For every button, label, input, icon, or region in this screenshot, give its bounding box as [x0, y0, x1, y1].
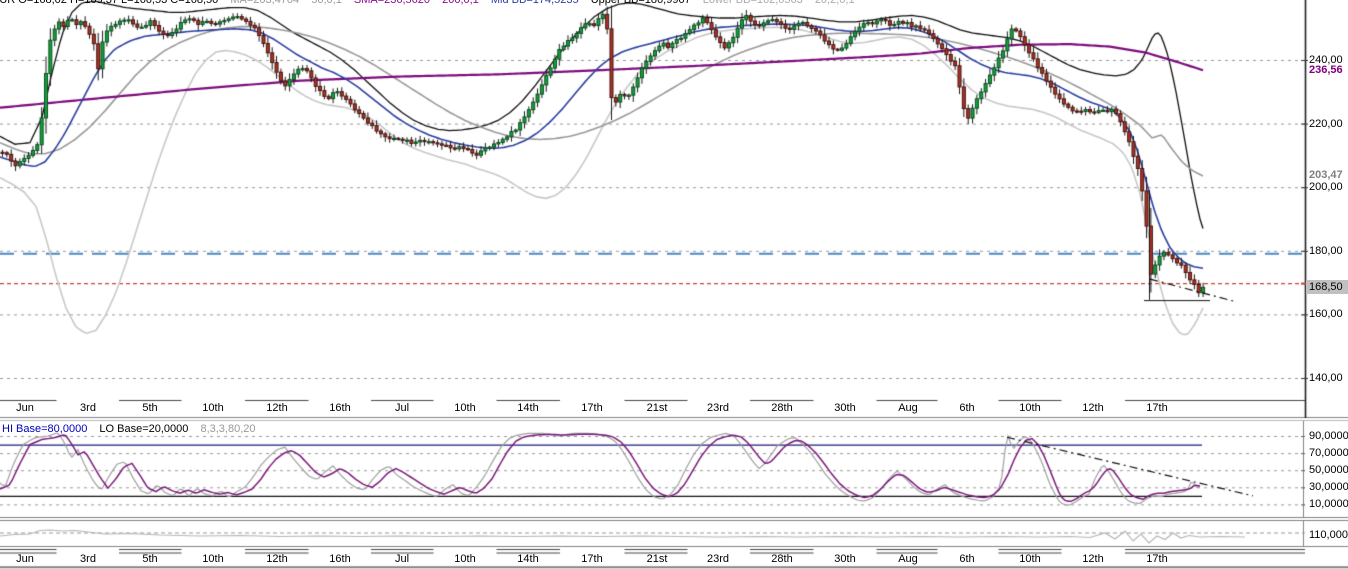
date-label: 10th [191, 402, 235, 414]
indicator-value-label: 236,56 [1309, 64, 1343, 76]
stoch-tick-label: 70,0000 [1309, 447, 1348, 459]
date-label-bottom: 14th [506, 553, 550, 565]
last-price-tag: 168,50 [1306, 280, 1348, 294]
chart-canvas[interactable] [0, 0, 1348, 569]
date-label-bottom: 12th [1071, 553, 1115, 565]
date-label: 14th [506, 402, 550, 414]
stoch-tick-label: 10,0000 [1309, 498, 1348, 510]
date-label: 21st [635, 402, 679, 414]
price-tick-label: 180,00 [1309, 245, 1343, 257]
date-label: 30th [823, 402, 867, 414]
sma200-params: 200,0,1 [442, 0, 479, 6]
date-label: 28th [760, 402, 804, 414]
ohlc-readout: EUR O=168,02 H=169,37 L=166,53 C=168,50 [0, 0, 218, 6]
ma50-params: 50,0,1 [311, 0, 342, 6]
date-label-bottom: Jul [380, 553, 424, 565]
date-label-bottom: 12th [255, 553, 299, 565]
date-label: 10th [443, 402, 487, 414]
date-label: 12th [255, 402, 299, 414]
main-chart-legend: EUR O=168,02 H=169,37 L=166,53 C=168,50 … [0, 0, 864, 6]
date-label: 3rd [66, 402, 110, 414]
stochastic-legend: HI Base=80,0000 LO Base=20,0000 8,3,3,80… [2, 424, 265, 435]
bb-params: 20,2,0,1 [815, 0, 855, 6]
date-label-bottom: 5th [128, 553, 172, 565]
ma50-readout: MA=203,4704 [230, 0, 299, 6]
stoch-hi-base: HI Base=80,0000 [2, 423, 87, 435]
date-label: 5th [128, 402, 172, 414]
date-label-bottom: Aug [886, 553, 930, 565]
date-label-bottom: Jun [3, 553, 47, 565]
date-label: 12th [1071, 402, 1115, 414]
indicator-value-label: 203,47 [1309, 169, 1343, 181]
date-label-bottom: 6th [945, 553, 989, 565]
date-label-bottom: 10th [443, 553, 487, 565]
price-tick-label: 200,00 [1309, 181, 1343, 193]
date-label-bottom: 28th [760, 553, 804, 565]
sma200-readout: SMA=236,5620 [354, 0, 430, 6]
date-label-bottom: 3rd [66, 553, 110, 565]
price-tick-label: 140,00 [1309, 372, 1343, 384]
stoch-tick-label: 90,0000 [1309, 430, 1348, 442]
date-label-bottom: 10th [1008, 553, 1052, 565]
date-label-bottom: 10th [191, 553, 235, 565]
stoch-params: 8,3,3,80,20 [200, 423, 255, 435]
date-label: 17th [1135, 402, 1179, 414]
date-label: 23rd [696, 402, 740, 414]
date-label: Jun [3, 402, 47, 414]
mid-bb-readout: Mid BB=174,5235 [491, 0, 579, 6]
date-label-bottom: 21st [635, 553, 679, 565]
price-tick-label: 220,00 [1309, 118, 1343, 130]
lower-bb-readout: Lower BB=162,0563 [703, 0, 803, 6]
price-tick-label: 160,00 [1309, 308, 1343, 320]
date-label-bottom: 30th [823, 553, 867, 565]
date-label: Aug [886, 402, 930, 414]
date-label: Jul [380, 402, 424, 414]
stoch-lo-base: LO Base=20,0000 [99, 423, 188, 435]
upper-bb-readout: Upper BB=186,9907 [591, 0, 691, 6]
stoch-tick-label: 30,0000 [1309, 481, 1348, 493]
date-label: 17th [570, 402, 614, 414]
date-label: 10th [1008, 402, 1052, 414]
aux-tick-label: 110,0000 [1309, 529, 1348, 541]
date-label: 16th [318, 402, 362, 414]
date-label-bottom: 17th [1135, 553, 1179, 565]
date-label-bottom: 16th [318, 553, 362, 565]
stoch-tick-label: 50,0000 [1309, 464, 1348, 476]
date-label: 6th [945, 402, 989, 414]
date-label-bottom: 23rd [696, 553, 740, 565]
charting-workspace: EUR O=168,02 H=169,37 L=166,53 C=168,50 … [0, 0, 1348, 569]
date-label-bottom: 17th [570, 553, 614, 565]
